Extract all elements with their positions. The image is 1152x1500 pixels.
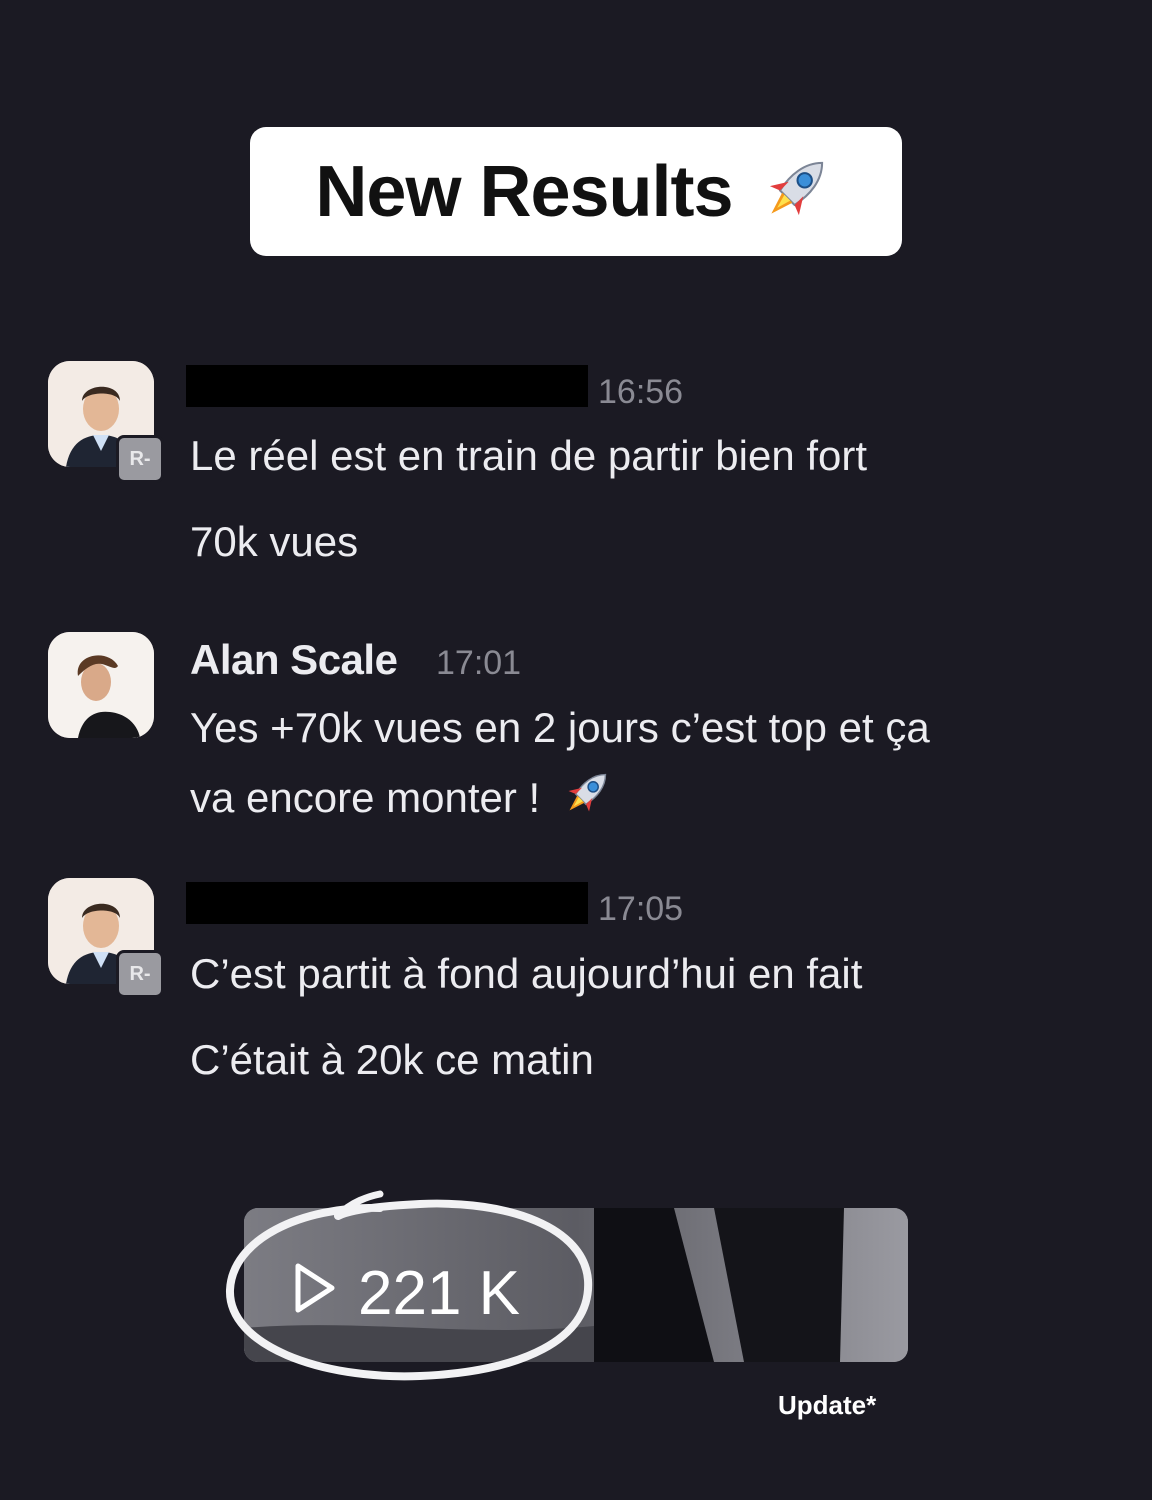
title-banner: New Results [250,127,902,256]
message-text: 70k vues [190,518,359,565]
message-text: Yes +70k vues en 2 jours c’est top et ça [190,704,930,751]
rocket-icon [755,148,837,235]
role-badge: R- [116,435,164,483]
message-timestamp: 17:01 [436,644,522,682]
message-timestamp: 16:56 [598,373,684,411]
page-title: New Results [315,151,733,232]
message-author[interactable]: Alan Scale [190,636,398,684]
message-text: C’est partit à fond aujourd’hui en fait [190,950,863,997]
message-timestamp: 17:05 [598,890,684,928]
update-note: Update* [778,1390,877,1420]
message-text: Le réel est en train de partir bien fort [190,432,868,479]
rocket-icon [558,764,616,832]
message-text: C’était à 20k ce matin [190,1036,594,1083]
redacted-author-name [186,365,588,407]
role-badge: R- [116,950,164,998]
redacted-author-name [186,882,588,924]
highlight-circle [225,1190,593,1381]
avatar[interactable] [48,632,154,738]
message-text: va encore monter ! [190,764,616,832]
